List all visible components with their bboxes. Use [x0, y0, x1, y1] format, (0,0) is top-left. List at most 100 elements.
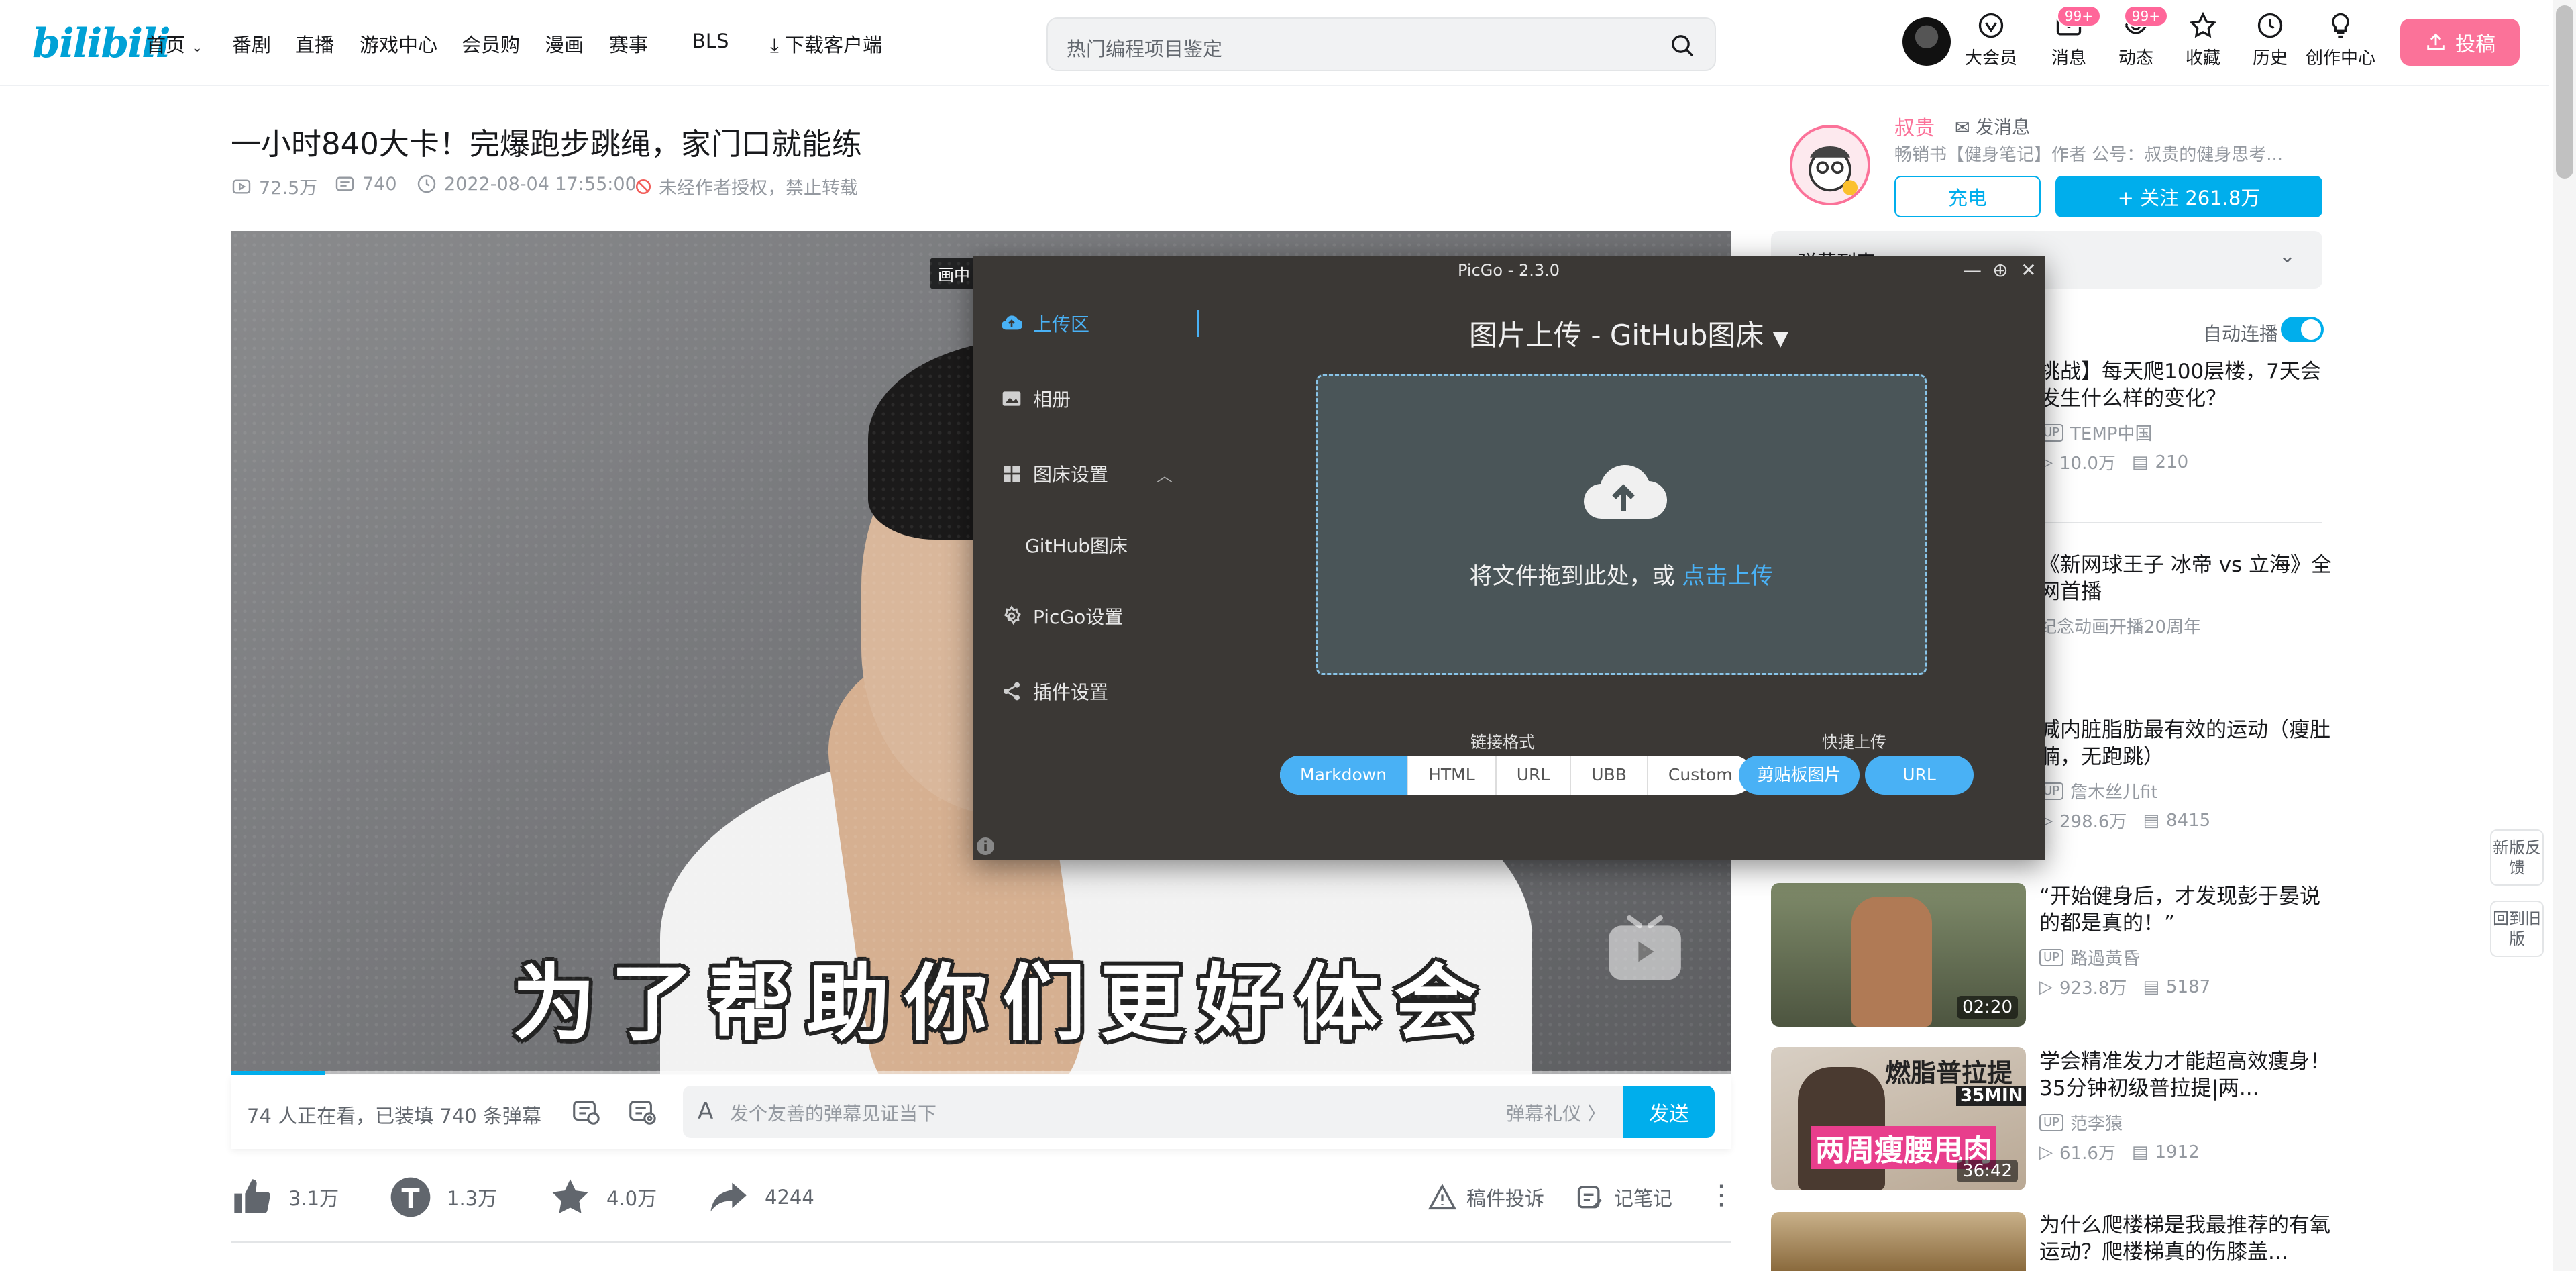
coin-button[interactable]: 1.3万: [389, 1176, 497, 1219]
rec-uploader[interactable]: UP TEMP中国: [2039, 420, 2152, 445]
rec-uploader[interactable]: UP 路過黃昏: [2039, 945, 2140, 970]
rec-views: 61.6万: [2059, 1143, 2116, 1164]
warning-icon: [1428, 1184, 1457, 1210]
picgo-drop-zone[interactable]: 将文件拖到此处，或 点击上传: [1316, 374, 1927, 675]
rec-title[interactable]: 《新网球王子 冰帝 vs 立海》全网首播: [2039, 552, 2334, 605]
back-to-old-button[interactable]: 回到旧版: [2490, 901, 2544, 957]
forbidden-icon: [635, 179, 651, 194]
new-feedback-button[interactable]: 新版反馈: [2490, 829, 2544, 886]
report-button[interactable]: 稿件投诉: [1428, 1182, 1544, 1212]
rec-title[interactable]: 减内脏脂肪最有效的运动（瘦肚腩，无跑跳）: [2039, 717, 2334, 770]
danmaku-icon: ▤: [2131, 1141, 2149, 1162]
rec-uploader[interactable]: UP 詹木丝儿fit: [2039, 778, 2158, 803]
upload-button[interactable]: 投稿: [2400, 19, 2520, 66]
thumb-person-figure: [1851, 897, 1932, 1027]
nav-message[interactable]: 99+ 消息: [2035, 5, 2102, 69]
autoplay-toggle[interactable]: [2281, 317, 2324, 342]
pin-icon[interactable]: ⊕: [1990, 260, 2011, 282]
uploader-name[interactable]: 叔贵: [1894, 111, 1935, 141]
rec-views: 298.6万: [2059, 812, 2127, 832]
rec-uploader-name: 范李猿: [2070, 1114, 2123, 1134]
nav-favorites[interactable]: 收藏: [2169, 11, 2237, 69]
nav-bangumi[interactable]: 番剧: [232, 30, 271, 58]
page-scrollbar-thumb[interactable]: [2556, 5, 2573, 179]
rec-thumbnail[interactable]: 02:20: [1771, 883, 2026, 1027]
danmaku-send-button[interactable]: 发送: [1623, 1086, 1715, 1138]
grid-icon: [1004, 466, 1020, 482]
user-avatar[interactable]: [1902, 17, 1951, 66]
page-scrollbar[interactable]: [2553, 0, 2576, 1271]
uploader-avatar[interactable]: [1790, 125, 1870, 205]
picgo-upload-heading[interactable]: 图片上传 - GitHub图床 ▼: [1469, 313, 1788, 354]
danmaku-settings-icon[interactable]: [627, 1097, 657, 1127]
picgo-click-upload-link[interactable]: 点击上传: [1682, 563, 1773, 590]
nav-vip[interactable]: 大会员: [1957, 11, 2025, 69]
picgo-menu-bed-settings[interactable]: 图床设置 ︿: [1001, 460, 1173, 487]
info-icon[interactable]: i: [977, 837, 994, 855]
danmaku-icon: ▤: [2143, 976, 2160, 997]
follow-button[interactable]: + 关注 261.8万: [2055, 176, 2322, 217]
search-input[interactable]: 热门编程项目鉴定: [1067, 34, 1222, 62]
clipboard-upload-button[interactable]: 剪贴板图片: [1739, 756, 1860, 795]
nav-mall[interactable]: 会员购: [462, 30, 520, 58]
danmaku-input[interactable]: A 发个友善的弹幕见证当下 弹幕礼仪 〉: [683, 1086, 1623, 1138]
search-icon[interactable]: [1669, 32, 1696, 59]
nav-bls[interactable]: BLS: [692, 30, 729, 52]
rec-title[interactable]: “开始健身后，才发现彭于晏说的都是真的！”: [2039, 883, 2334, 937]
nav-esports[interactable]: 赛事: [609, 30, 648, 58]
play-count-icon: ▷: [2039, 1141, 2053, 1162]
format-html[interactable]: HTML: [1407, 756, 1495, 795]
favorite-button[interactable]: 4.0万: [549, 1176, 657, 1219]
danmaku-icon: ▤: [2131, 452, 2149, 472]
format-ubb[interactable]: UBB: [1570, 756, 1647, 795]
close-icon[interactable]: ✕: [2018, 260, 2039, 282]
picgo-menu-settings[interactable]: PicGo设置: [1001, 603, 1123, 629]
share-button[interactable]: 4244: [707, 1176, 814, 1219]
pip-label[interactable]: 画中: [930, 258, 978, 289]
bilibili-tv-watermark-icon: [1609, 915, 1681, 980]
minimize-icon[interactable]: —: [1962, 260, 1983, 282]
nav-dynamic[interactable]: 99+ 动态: [2102, 5, 2169, 69]
format-markdown[interactable]: Markdown: [1280, 756, 1407, 795]
link-format-selector[interactable]: Markdown HTML URL UBB Custom: [1280, 756, 1753, 795]
picgo-title-bar[interactable]: PicGo - 2.3.0: [973, 256, 2045, 285]
danmaku-icon: [335, 176, 354, 191]
publish-date: 2022-08-04 17:55:00: [416, 173, 637, 195]
rec-uploader[interactable]: UP 范李猿: [2039, 1110, 2123, 1135]
search-box[interactable]: 热门编程项目鉴定: [1046, 17, 1716, 71]
nav-download-client[interactable]: ⤓ 下载客户端: [770, 30, 882, 58]
rec-thumbnail[interactable]: [1771, 1212, 2026, 1271]
format-url[interactable]: URL: [1495, 756, 1570, 795]
charge-button[interactable]: 充电: [1894, 176, 2041, 217]
nav-creator-label: 创作中心: [2305, 48, 2375, 68]
picgo-menu-github[interactable]: GitHub图床: [1025, 531, 1128, 558]
picgo-menu-upload[interactable]: 上传区: [1001, 310, 1089, 337]
rec-title[interactable]: 学会精准发力才能超高效瘦身！35分钟初级普拉提|两...: [2039, 1048, 2334, 1102]
nav-home[interactable]: 首页 ⌄: [146, 30, 203, 58]
nav-game-center[interactable]: 游戏中心: [360, 30, 437, 58]
rec-thumbnail[interactable]: 燃脂普拉提 35MIN 两周瘦腰甩肉 36:42: [1771, 1047, 2026, 1190]
picgo-menu-plugins-label: 插件设置: [1033, 681, 1109, 703]
danmaku-toggle-icon[interactable]: [570, 1097, 601, 1127]
picgo-menu-plugins[interactable]: 插件设置: [1001, 678, 1108, 705]
danmaku-viewer-count: 74 人正在看，已装填 740 条弹幕: [247, 1105, 541, 1127]
rec-uploader[interactable]: 纪念动画开播20周年: [2039, 613, 2201, 638]
nav-live[interactable]: 直播: [295, 30, 334, 58]
rec-title[interactable]: 挑战】每天爬100层楼，7天会发生什么样的变化？: [2039, 358, 2334, 412]
like-button[interactable]: 3.1万: [231, 1176, 339, 1219]
rec-title[interactable]: 为什么爬楼梯是我最推荐的有氧运动？爬楼梯真的伤膝盖...: [2039, 1212, 2334, 1266]
chevron-up-icon: ︿: [1157, 466, 1173, 485]
text-format-icon[interactable]: A: [698, 1098, 713, 1125]
picgo-menu-gallery[interactable]: 相册: [1001, 385, 1071, 412]
more-options-icon[interactable]: ⋮: [1708, 1180, 1735, 1211]
nav-creator-center[interactable]: 创作中心: [2304, 11, 2377, 69]
nav-manga[interactable]: 漫画: [545, 30, 584, 58]
picgo-drop-text: 将文件拖到此处，或 点击上传: [1318, 558, 1925, 591]
send-message-link[interactable]: ✉ 发消息: [1955, 113, 2030, 139]
note-button[interactable]: 记笔记: [1575, 1182, 1672, 1212]
url-upload-button[interactable]: URL: [1865, 756, 1974, 795]
format-custom[interactable]: Custom: [1646, 756, 1753, 795]
nav-history[interactable]: 历史: [2237, 11, 2304, 69]
danmaku-etiquette-link[interactable]: 弹幕礼仪 〉: [1506, 1099, 1606, 1126]
view-count: 72.5万: [231, 173, 317, 199]
